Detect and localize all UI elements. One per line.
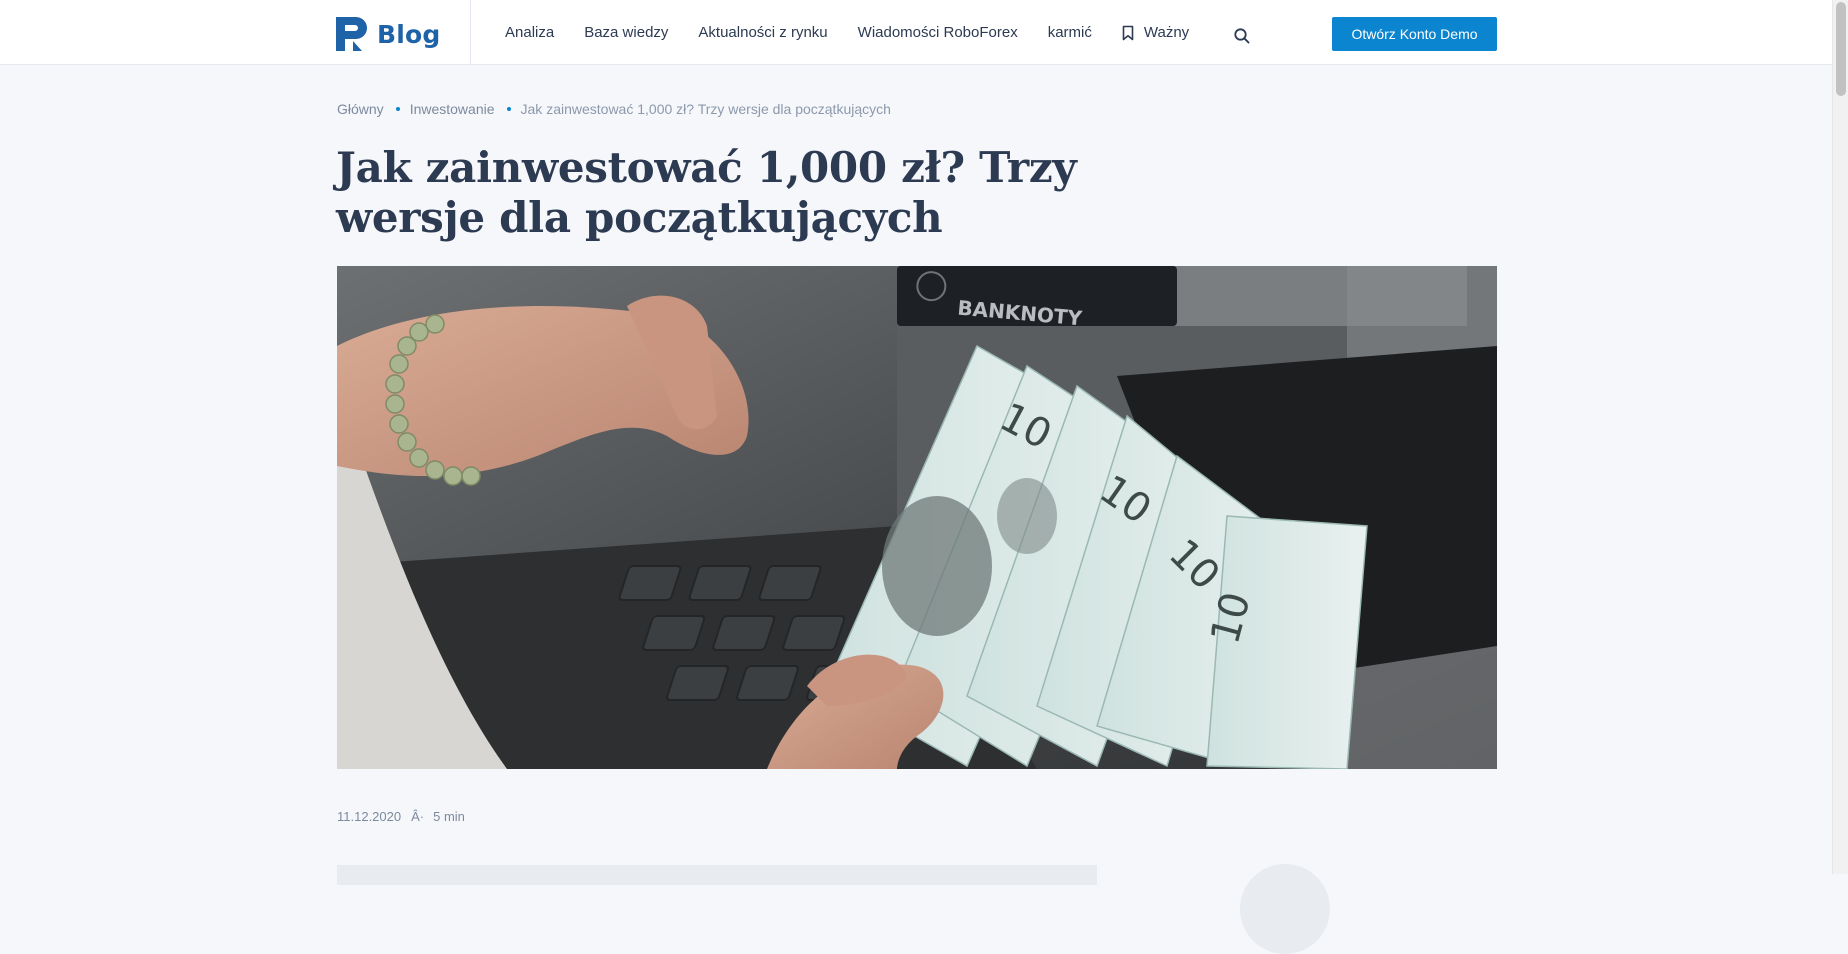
atm-banknotes-illustration: BANKNOTY 10 10 10 10 — [337, 266, 1497, 769]
read-time: 5 min — [433, 809, 465, 824]
breadcrumb: Główny Inwestowanie Jak zainwestować 1,0… — [337, 101, 891, 117]
nav-item-wazny-label: Ważny — [1143, 24, 1190, 41]
header-divider — [470, 0, 471, 65]
open-demo-account-button[interactable]: Otwórz Konto Demo — [1332, 17, 1497, 51]
nav-item-wazny[interactable]: Ważny — [1122, 24, 1189, 41]
logo-text: Blog — [377, 19, 441, 49]
search-button[interactable] — [1232, 26, 1252, 46]
breadcrumb-item-current: Jak zainwestować 1,000 zł? Trzy wersje d… — [520, 101, 891, 117]
breadcrumb-item-category[interactable]: Inwestowanie — [410, 101, 495, 117]
article-hero-image: BANKNOTY 10 10 10 10 — [337, 266, 1497, 769]
main-nav: Analiza Baza wiedzy Aktualności z rynku … — [505, 0, 1219, 65]
breadcrumb-separator — [506, 107, 511, 111]
nav-item-baza-wiedzy[interactable]: Baza wiedzy — [584, 24, 668, 41]
blog-logo[interactable]: Blog — [336, 16, 441, 52]
nav-item-aktualnosci[interactable]: Aktualności z rynku — [698, 24, 827, 41]
meta-separator: Â· — [411, 809, 425, 824]
article-meta: 11.12.2020 Â· 5 min — [337, 809, 465, 824]
breadcrumb-separator — [395, 107, 400, 111]
roboforex-logo-icon — [336, 17, 367, 51]
search-icon — [1234, 28, 1250, 44]
article-content-block — [337, 865, 1097, 885]
nav-item-karmic[interactable]: karmić — [1048, 24, 1092, 41]
nav-item-wiadomosci[interactable]: Wiadomości RoboForex — [858, 24, 1018, 41]
nav-item-analiza[interactable]: Analiza — [505, 24, 554, 41]
page-scrollbar[interactable] — [1832, 0, 1848, 874]
sidebar-avatar-placeholder — [1240, 864, 1330, 954]
scrollbar-thumb[interactable] — [1836, 2, 1846, 96]
breadcrumb-item-home[interactable]: Główny — [337, 101, 384, 117]
article-title: Jak zainwestować 1,000 zł? Trzy wersje d… — [336, 143, 1077, 242]
site-header: Blog Analiza Baza wiedzy Aktualności z r… — [0, 0, 1832, 65]
bookmark-icon — [1122, 25, 1134, 40]
article-date: 11.12.2020 — [337, 809, 402, 824]
